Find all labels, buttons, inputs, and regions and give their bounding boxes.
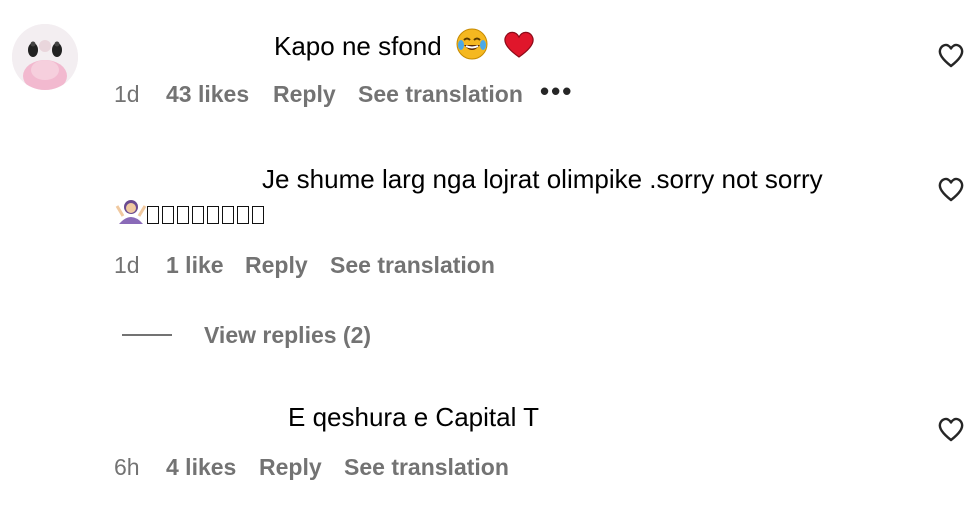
like-heart-icon[interactable] <box>937 42 965 68</box>
comment-meta: 6h 4 likes Reply See translation <box>114 452 534 482</box>
comment-text: Kapo ne sfond <box>274 27 536 69</box>
missing-glyph-box <box>252 206 264 224</box>
view-replies-button[interactable]: View replies (2) <box>204 320 371 350</box>
avatar[interactable] <box>12 24 78 90</box>
comment-meta: 1d 1 like Reply See translation <box>114 250 534 280</box>
shrug-person-emoji <box>115 196 147 234</box>
comment-body: Kapo ne sfond <box>274 30 442 61</box>
comment-body: Je shume larg nga lojrat olimpike .sorry… <box>262 164 823 194</box>
comment-time: 1d <box>114 252 140 278</box>
reply-button[interactable]: Reply <box>245 250 308 280</box>
missing-glyph-box <box>147 206 159 224</box>
like-heart-icon[interactable] <box>937 176 965 202</box>
missing-glyph-box <box>207 206 219 224</box>
missing-glyph-box <box>237 206 249 224</box>
comment-text: Je shume larg nga lojrat olimpike .sorry… <box>262 162 823 196</box>
replies-divider <box>122 334 172 336</box>
reply-button[interactable]: Reply <box>259 452 322 482</box>
like-count[interactable]: 4 likes <box>166 452 236 482</box>
missing-glyph-box <box>222 206 234 224</box>
missing-glyph-box <box>162 206 174 224</box>
comments-panel: Kapo ne sfond 1d 43 likes Reply See tran… <box>0 0 980 507</box>
see-translation-button[interactable]: See translation <box>330 250 495 280</box>
comment-meta: 1d 43 likes Reply See translation ••• <box>114 78 594 109</box>
reply-button[interactable]: Reply <box>273 79 336 109</box>
unrendered-emoji-glyphs <box>147 198 267 228</box>
comment-body: E qeshura e Capital T <box>288 402 539 432</box>
more-options-icon[interactable]: ••• <box>540 78 573 109</box>
see-translation-button[interactable]: See translation <box>358 79 523 109</box>
red-heart-emoji <box>502 29 536 67</box>
comment-time: 1d <box>114 81 140 107</box>
see-translation-button[interactable]: See translation <box>344 452 509 482</box>
comment-time: 6h <box>114 454 140 480</box>
missing-glyph-box <box>177 206 189 224</box>
missing-glyph-box <box>192 206 204 224</box>
joy-face-emoji <box>455 27 489 69</box>
avatar-image <box>12 24 78 90</box>
like-heart-icon[interactable] <box>937 416 965 442</box>
comment-text-continued <box>115 196 267 234</box>
like-count[interactable]: 1 like <box>166 250 224 280</box>
like-count[interactable]: 43 likes <box>166 79 249 109</box>
comment-text: E qeshura e Capital T <box>288 400 539 434</box>
